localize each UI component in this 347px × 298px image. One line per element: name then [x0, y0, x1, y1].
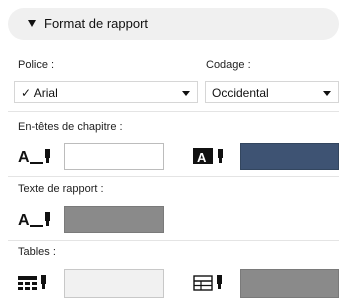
codage-select[interactable]: Occidental — [205, 81, 339, 103]
section-header-format-de-rapport[interactable]: Format de rapport — [8, 8, 339, 40]
police-value: ✓ Arial — [21, 86, 58, 100]
tables-label: Tables : — [18, 246, 56, 258]
divider — [8, 111, 339, 112]
section-title: Format de rapport — [44, 16, 149, 31]
svg-text:A: A — [197, 150, 207, 165]
codage-value: Occidental — [212, 86, 269, 100]
codage-label: Codage : — [206, 59, 251, 71]
text-color-icon[interactable]: A — [18, 147, 62, 167]
table-grid-color-icon[interactable] — [193, 273, 237, 293]
chapter-headers-label: En-têtes de chapitre : — [18, 121, 123, 133]
divider — [8, 176, 339, 177]
table-grid-color-swatch[interactable] — [240, 269, 339, 298]
svg-text:A: A — [18, 212, 30, 229]
collapse-triangle-icon[interactable] — [28, 20, 36, 27]
police-value-text: Arial — [33, 86, 58, 100]
text-highlight-icon[interactable]: A — [193, 147, 237, 167]
chapter-background-color-swatch[interactable] — [240, 143, 339, 170]
check-icon: ✓ — [21, 86, 32, 100]
divider — [8, 240, 339, 241]
chevron-down-icon[interactable] — [323, 91, 331, 96]
text-color-icon[interactable]: A — [18, 210, 62, 230]
police-select[interactable]: ✓ Arial — [14, 81, 198, 103]
chapter-text-color-swatch[interactable] — [64, 143, 164, 170]
report-text-label: Texte de rapport : — [18, 183, 104, 195]
report-text-color-swatch[interactable] — [64, 206, 164, 233]
chevron-down-icon[interactable] — [182, 91, 190, 96]
table-header-color-swatch[interactable] — [64, 269, 164, 298]
police-label: Police : — [18, 59, 55, 71]
svg-text:A: A — [18, 149, 30, 166]
table-header-color-icon[interactable] — [18, 273, 62, 293]
